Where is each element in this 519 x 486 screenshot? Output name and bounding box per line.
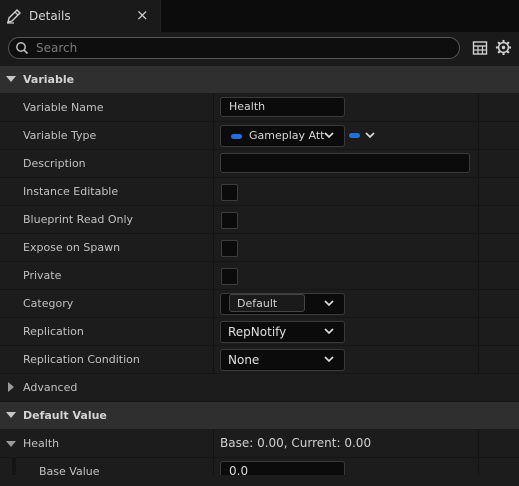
row-replication: Replication RepNotify	[0, 318, 519, 346]
chevron-down-icon	[324, 328, 334, 335]
replication-value: RepNotify	[228, 325, 287, 339]
tab-title: Details	[29, 9, 71, 23]
replication-combo[interactable]: RepNotify	[220, 321, 345, 343]
property-grid: Variable Variable Name Health Variable T…	[0, 66, 519, 486]
property-label: Replication	[23, 325, 84, 338]
row-category: Category Default	[0, 290, 519, 318]
tab-details[interactable]: Details ×	[0, 0, 161, 32]
row-variable-name: Variable Name Health	[0, 94, 519, 122]
close-icon[interactable]: ×	[136, 7, 149, 23]
replication-condition-value: None	[228, 353, 260, 367]
category-combo[interactable]: Default	[220, 293, 345, 315]
gear-icon[interactable]	[495, 39, 512, 56]
table-icon[interactable]	[472, 40, 488, 56]
tab-bar: Details ×	[0, 0, 519, 32]
property-label: Expose on Spawn	[23, 241, 121, 254]
chevron-down-icon	[324, 132, 334, 139]
row-expose-on-spawn: Expose on Spawn	[0, 234, 519, 262]
property-label: Advanced	[23, 381, 78, 394]
expand-arrow-icon[interactable]	[6, 441, 16, 447]
variable-type-value: Gameplay Att	[249, 129, 325, 142]
section-label: Default Value	[23, 409, 107, 422]
container-type-combo[interactable]	[349, 125, 377, 145]
search-input[interactable]	[36, 39, 436, 56]
section-variable[interactable]: Variable	[0, 66, 519, 94]
row-instance-editable: Instance Editable	[0, 178, 519, 206]
variable-type-combo[interactable]: Gameplay Att	[220, 125, 345, 147]
expand-arrow-icon	[6, 412, 16, 418]
category-field[interactable]: Default	[229, 294, 305, 312]
row-blueprint-read-only: Blueprint Read Only	[0, 206, 519, 234]
search-icon	[16, 42, 29, 55]
section-label: Variable	[23, 73, 75, 86]
property-label: Instance Editable	[23, 185, 119, 198]
blueprint-read-only-checkbox[interactable]	[221, 212, 238, 229]
description-field[interactable]	[220, 153, 470, 173]
property-label: Variable Type	[23, 129, 97, 142]
property-label: Private	[23, 269, 62, 282]
chevron-down-icon	[365, 132, 375, 139]
search-box[interactable]	[8, 37, 460, 59]
row-description: Description	[0, 150, 519, 178]
property-label: Category	[23, 297, 74, 310]
instance-editable-checkbox[interactable]	[221, 184, 238, 201]
expand-arrow-icon	[6, 76, 16, 82]
search-row	[0, 32, 519, 66]
chevron-down-icon	[324, 300, 334, 307]
expand-arrow-icon[interactable]	[8, 382, 14, 392]
panel-bottom	[0, 475, 519, 486]
private-checkbox[interactable]	[221, 268, 238, 285]
expose-on-spawn-checkbox[interactable]	[221, 240, 238, 257]
property-label: Variable Name	[23, 101, 104, 114]
row-replication-condition: Replication Condition None	[0, 346, 519, 374]
section-default-value[interactable]: Default Value	[0, 402, 519, 430]
property-label: Description	[23, 157, 86, 170]
property-label: Health	[23, 437, 60, 450]
row-advanced[interactable]: Advanced	[0, 374, 519, 402]
health-summary: Base: 0.00, Current: 0.00	[220, 436, 372, 450]
property-label: Replication Condition	[23, 353, 140, 366]
property-label: Blueprint Read Only	[23, 213, 134, 226]
replication-condition-combo[interactable]: None	[220, 349, 345, 371]
pin-type-icon	[231, 134, 242, 139]
variable-name-field[interactable]: Health	[220, 97, 345, 117]
row-private: Private	[0, 262, 519, 290]
row-health[interactable]: Health Base: 0.00, Current: 0.00	[0, 430, 519, 458]
chevron-down-icon	[324, 356, 334, 363]
pencil-icon	[7, 9, 21, 24]
row-variable-type: Variable Type Gameplay Att	[0, 122, 519, 150]
container-type-icon	[349, 133, 360, 138]
